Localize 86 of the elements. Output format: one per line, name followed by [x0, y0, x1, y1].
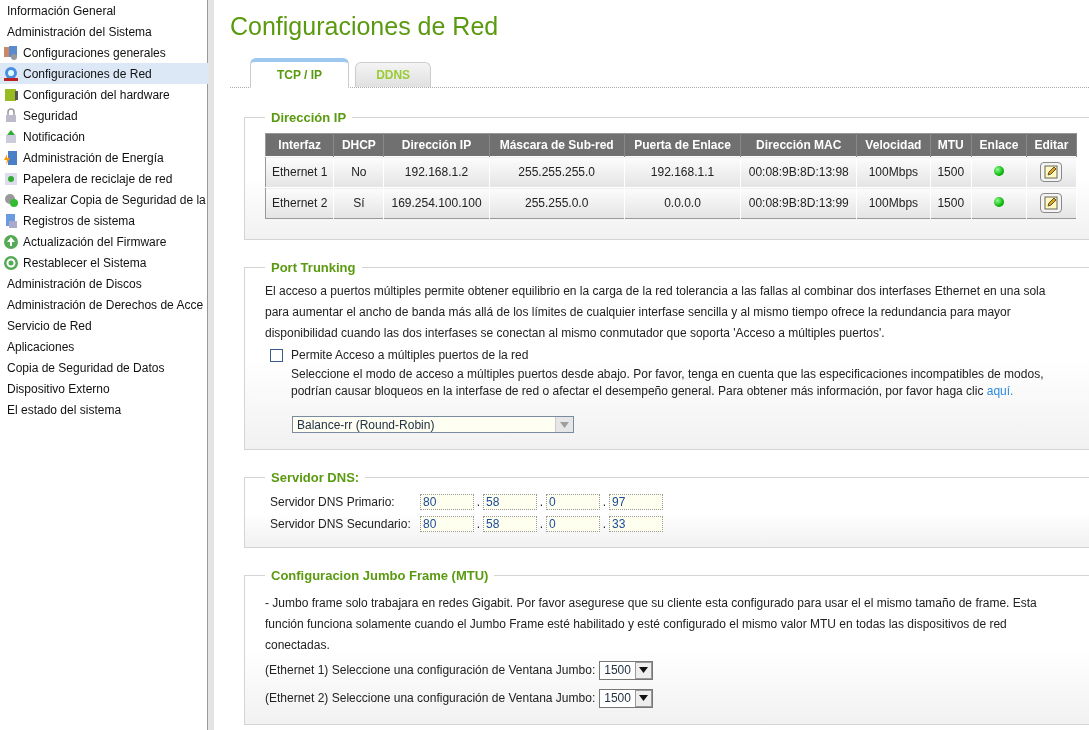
table-cell: Ethernet 2 — [265, 187, 334, 219]
table-cell: 00:08:9B:8D:13:99 — [740, 187, 857, 219]
field-label: Servidor DNS Primario: — [270, 495, 396, 509]
ip-octet-field[interactable]: 0 — [546, 494, 600, 510]
section-title: Servidor DNS: — [270, 470, 361, 485]
ip-octet-field[interactable]: 58 — [483, 494, 537, 510]
ip-octet-field[interactable]: 80 — [420, 516, 474, 532]
section-title: Dirección IP — [270, 110, 348, 125]
field-label: Servidor DNS Secundario: — [270, 517, 412, 531]
sidebar-item[interactable]: Actualización del Firmware — [0, 231, 208, 252]
sidebar-item[interactable]: Administración de Energía — [0, 147, 208, 168]
column-header: Dirección IP — [383, 133, 490, 157]
column-header: MTU — [930, 133, 972, 157]
sidebar-item[interactable]: Dispositivo Externo — [0, 378, 208, 399]
caret-icon — [638, 667, 648, 673]
lock-icon — [3, 107, 19, 124]
sidebar-item[interactable]: Realizar Copia de Seguridad de la — [0, 189, 208, 210]
sidebar-item[interactable]: Seguridad — [0, 105, 208, 126]
ip-octet-field[interactable]: 0 — [546, 516, 600, 532]
section-title: Configuracion Jumbo Frame (MTU) — [270, 568, 490, 583]
separator: . — [538, 517, 545, 531]
column-header: Velocidad — [856, 133, 931, 157]
mtu-dropdown[interactable]: 1500 — [599, 660, 653, 680]
checkbox[interactable] — [270, 348, 283, 362]
checkbox-label: Permite Acceso a múltiples puertos de la red — [291, 348, 529, 362]
caret-icon — [638, 695, 648, 701]
pencil-icon — [1044, 196, 1059, 210]
table-cell: 169.254.100.100 — [383, 187, 490, 219]
table-cell: Sí — [333, 187, 384, 219]
caret-icon — [560, 421, 569, 428]
sidebar-item[interactable]: Configuraciones de Red — [0, 63, 208, 84]
ip-octet-field[interactable]: 80 — [420, 494, 474, 510]
table-cell: 100Mbps — [856, 187, 931, 219]
sidebar-item[interactable]: Papelera de reciclaje de red — [0, 168, 208, 189]
column-header: Editar — [1026, 133, 1077, 157]
pencil-icon — [1044, 165, 1059, 179]
sidebar-item[interactable]: El estado del sistema — [0, 399, 208, 420]
sidebar-item[interactable]: Restablecer el Sistema — [0, 252, 208, 273]
table-cell: 192.168.1.1 — [624, 156, 741, 188]
hint-text: Seleccione el modo de acceso a múltiples puertos desde abajo. Por favor, tenga en cuenta que las especificaciones incompatibles de modos, podrían causar bloqueos en la interfase de red o afectar el desempeño general. Para obtener más información, por favor haga clic aquí. — [291, 366, 1045, 400]
table-cell: 192.168.1.2 — [383, 156, 490, 188]
ip-octet-field[interactable]: 58 — [483, 516, 537, 532]
table-cell: 100Mbps — [856, 156, 931, 188]
mtu-dropdown[interactable]: 1500 — [599, 688, 653, 708]
table-cell: 255.255.255.0 — [489, 156, 625, 188]
column-header: Puerta de Enlace — [624, 133, 741, 157]
column-header: Dirección MAC — [740, 133, 857, 157]
field-label: (Ethernet 1) Seleccione una configuración de Ventana Jumbo: — [265, 663, 596, 677]
edit-button[interactable] — [1040, 162, 1063, 182]
sidebar-item[interactable]: Configuración del hardware — [0, 84, 208, 105]
upload-icon — [3, 233, 19, 250]
description-text: El acceso a puertos múltiples permite obtener equilibrio en la carga de la red tolerancia a las fallas al combinar dos interfases Ethernet en una sola para aumentar el ancho de banda más allá de los límites de cualquier interfase sencilla y al mismo tiempo ofrece la redundancia para mayor disponibilidad cuando las dos interfases se conectan al mismo conmutador que soporta 'Acceso a múltiples puertos'. — [265, 283, 1047, 342]
table-cell: 255.255.0.0 — [489, 187, 625, 219]
column-header: DHCP — [333, 133, 384, 157]
sidebar-item[interactable]: Configuraciones generales — [0, 42, 208, 63]
column-header: Enlace — [971, 133, 1027, 157]
separator: . — [538, 495, 545, 509]
table-cell: Ethernet 1 — [265, 156, 334, 188]
sidebar-item[interactable]: Servicio de Red — [0, 315, 208, 336]
ip-octet-field[interactable]: 97 — [609, 494, 663, 510]
table-cell: 1500 — [930, 187, 972, 219]
help-link[interactable]: aquí. — [986, 384, 1014, 398]
sidebar-item[interactable]: Copia de Seguridad de Datos — [0, 357, 208, 378]
sidebar-item[interactable]: Información General — [0, 0, 208, 21]
sidebar-item[interactable]: Administración de Discos — [0, 273, 208, 294]
edit-button[interactable] — [1040, 193, 1063, 213]
sidebar-item[interactable]: Aplicaciones — [0, 336, 208, 357]
table-cell: 1500 — [930, 156, 972, 188]
page-title: Configuraciones de Red — [230, 12, 500, 42]
separator: . — [475, 517, 482, 531]
table-cell: 0.0.0.0 — [624, 187, 741, 219]
description-text: - Jumbo frame solo trabajara en redes Gigabit. Por favor asegurese que su cliente esta configurado para usar el el mismo tamaño de frame. Esta función funciona solamente cuando el Jumbo Frame esté habilitado y esté configurado el mismo valor MTU en todas las dispositivos de red conectadas. — [265, 595, 1038, 654]
ip-octet-field[interactable]: 33 — [609, 516, 663, 532]
separator: . — [601, 517, 608, 531]
sidebar-item[interactable]: Administración del Sistema — [0, 21, 208, 42]
separator: . — [475, 495, 482, 509]
section-title: Port Trunking — [270, 260, 357, 275]
field-label: (Ethernet 2) Seleccione una configuración de Ventana Jumbo: — [265, 691, 596, 705]
separator: . — [601, 495, 608, 509]
sidebar-item[interactable]: Notificación — [0, 126, 208, 147]
column-header: Máscara de Sub-red — [489, 133, 625, 157]
sidebar-item[interactable]: Administración de Derechos de Acce — [0, 294, 208, 315]
column-header: Interfaz — [265, 133, 334, 157]
table-cell: No — [333, 156, 384, 188]
table-cell: 00:08:9B:8D:13:98 — [740, 156, 857, 188]
sidebar-item[interactable]: Registros de sistema — [0, 210, 208, 231]
